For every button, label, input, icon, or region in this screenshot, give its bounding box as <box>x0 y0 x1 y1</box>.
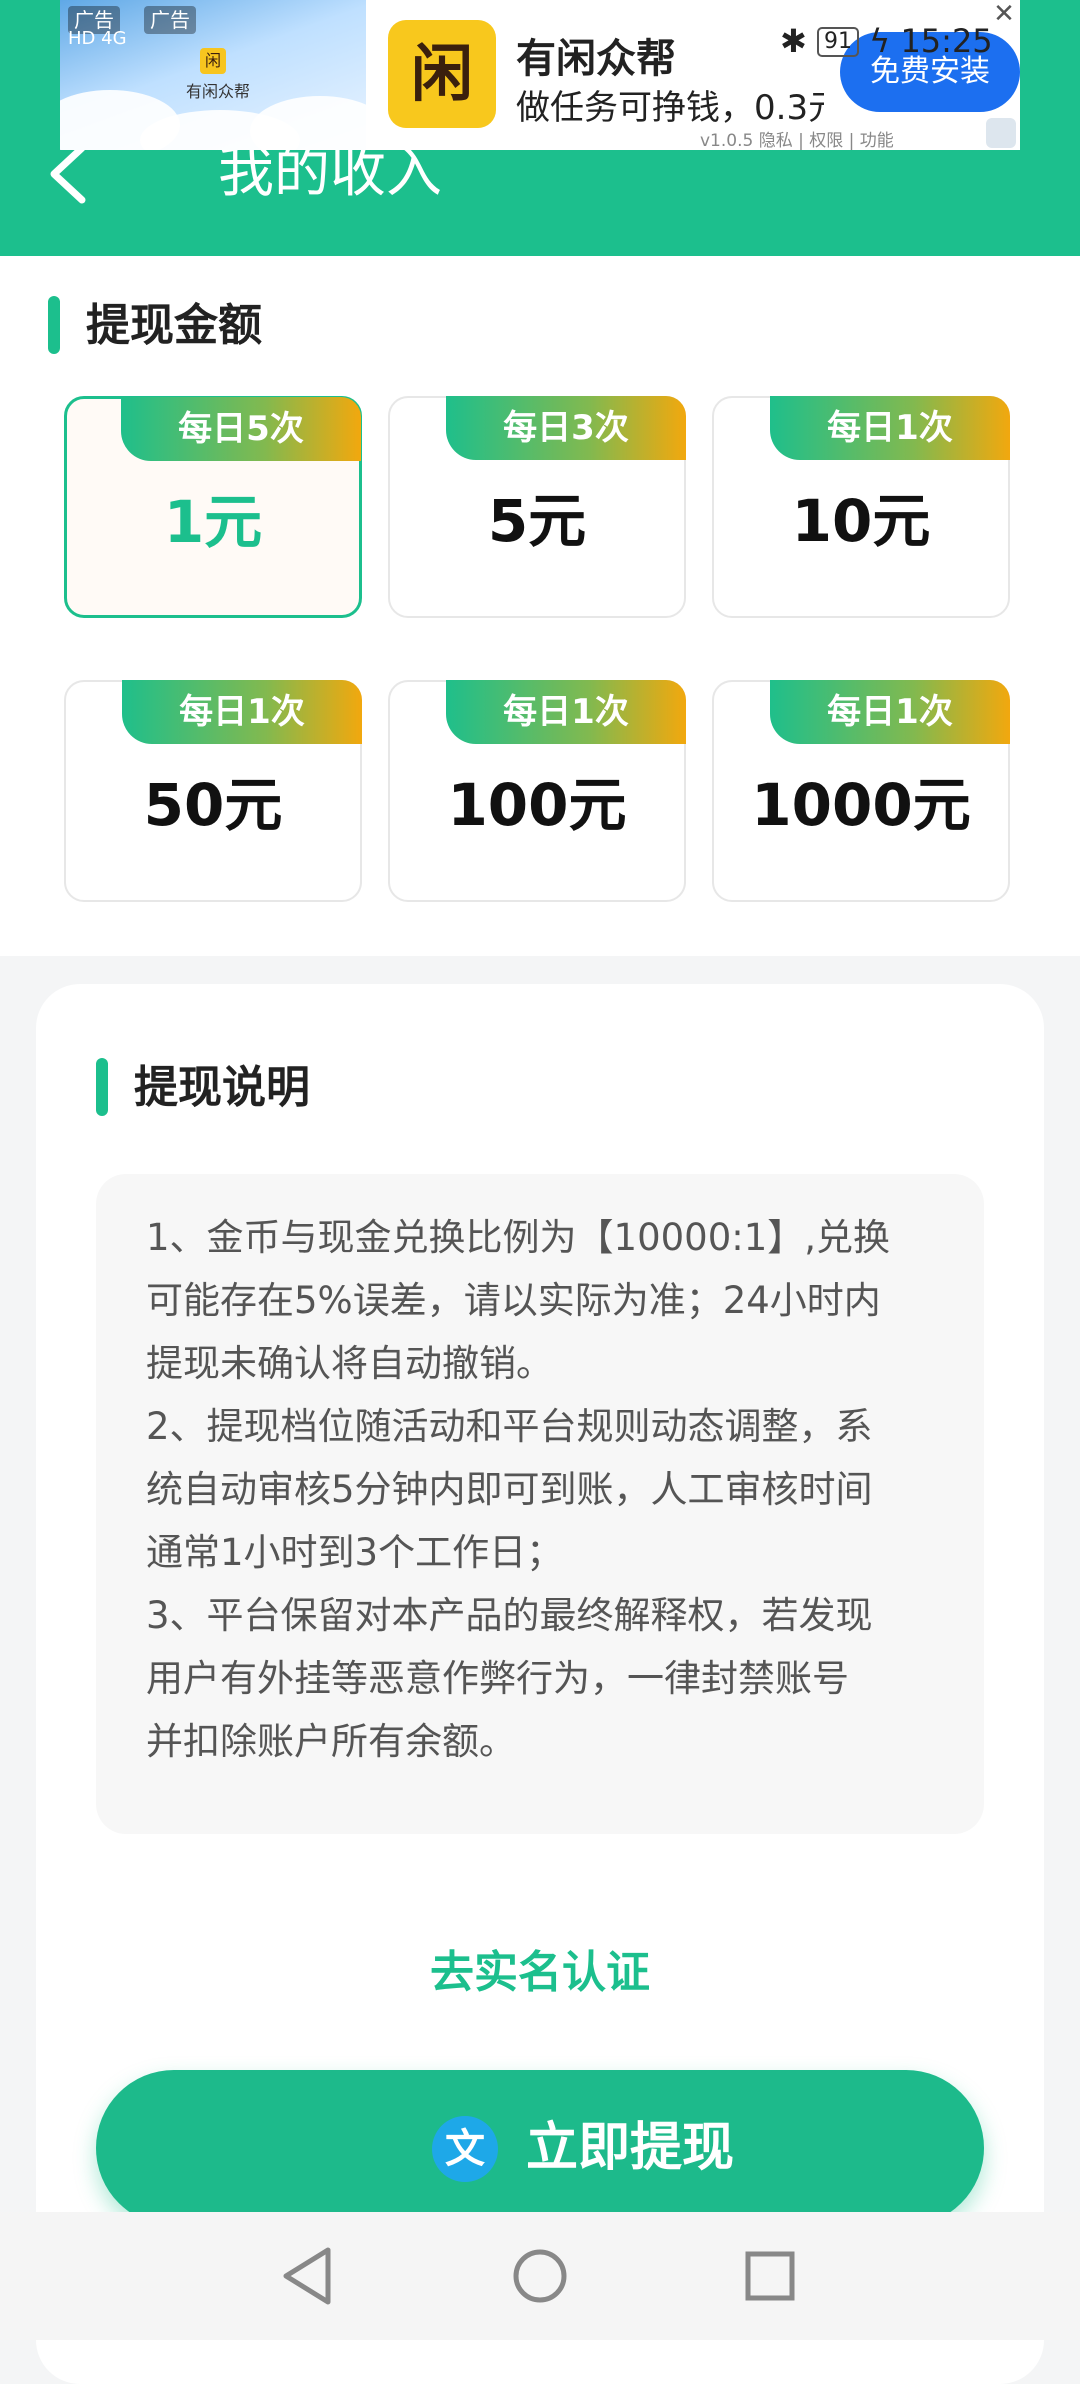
rule-text: 通常1小时到3个工作日； <box>146 1531 564 1574</box>
ad-meta-links[interactable]: v1.0.5 隐私 | 权限 | 功能 <box>700 126 894 151</box>
withdraw-amount-section: 提现金额 每日5次 1元 每日3次 5元 每日1次 10元 每日1次 50元 每… <box>0 256 1080 956</box>
daily-limit-badge: 每日3次 <box>446 396 686 460</box>
withdraw-explanation-card: 提现说明 1、金币与现金兑换比例为【10000:1】,兑换 可能存在5%误差，请… <box>36 984 1044 2384</box>
amount-option-10[interactable]: 每日1次 10元 <box>712 396 1010 618</box>
rule-text: 可能存在5%误差，请以实际为准；24小时内 <box>146 1279 881 1322</box>
amount-option-1000[interactable]: 每日1次 1000元 <box>712 680 1010 902</box>
daily-limit-badge: 每日1次 <box>770 680 1010 744</box>
network-indicator: HD 4G <box>68 28 127 49</box>
rule-text: 用户有外挂等恶意作弊行为，一律封禁账号 <box>146 1657 849 1700</box>
rule-text: 3、平台保留对本产品的最终解释权，若发现 <box>146 1594 873 1637</box>
back-arrow-icon[interactable] <box>40 140 100 208</box>
ad-thumb-name: 有闲众帮 <box>186 82 251 101</box>
system-nav-bar <box>0 2212 1080 2340</box>
nav-home-icon[interactable] <box>500 2236 580 2316</box>
amount-value: 10元 <box>791 487 931 555</box>
ad-corner-icon <box>986 118 1016 148</box>
amount-value: 50元 <box>143 771 283 839</box>
rule-text: 2、提现档位随活动和平台规则动态调整，系 <box>146 1405 873 1448</box>
nav-back-icon[interactable] <box>268 2236 348 2316</box>
ad-title[interactable]: 有闲众帮 <box>516 26 676 84</box>
verify-identity-link[interactable]: 去实名认证 <box>36 1936 1044 2000</box>
nav-recents-icon[interactable] <box>730 2236 810 2316</box>
battery-icon: 91 <box>816 27 859 57</box>
rules-box: 1、金币与现金兑换比例为【10000:1】,兑换 可能存在5%误差，请以实际为准… <box>96 1174 984 1834</box>
rule-text: 统自动审核5分钟内即可到账，人工审核时间 <box>146 1468 873 1511</box>
withdraw-coin-icon: 文 <box>432 2116 498 2182</box>
status-bar: ✱ 91 ϟ 15:25 <box>780 22 993 60</box>
amount-value: 1000元 <box>751 771 971 839</box>
bluetooth-icon: ✱ <box>780 22 807 60</box>
ad-subtitle[interactable]: 做任务可挣钱，0.3元 <box>516 80 824 129</box>
ad-thumbnail[interactable]: 广告 广告 HD 4G 闲 有闲众帮 <box>60 0 366 150</box>
amount-option-100[interactable]: 每日1次 100元 <box>388 680 686 902</box>
amount-value: 100元 <box>447 771 627 839</box>
withdraw-now-button[interactable]: 文 立即提现 <box>96 2070 984 2226</box>
daily-limit-badge: 每日1次 <box>446 680 686 744</box>
amount-option-1[interactable]: 每日5次 1元 <box>64 396 362 618</box>
daily-limit-badge: 每日5次 <box>121 397 361 461</box>
amount-option-5[interactable]: 每日3次 5元 <box>388 396 686 618</box>
status-time: 15:25 <box>900 22 993 60</box>
section-title: 提现说明 <box>134 1062 310 1113</box>
rule-text: 并扣除账户所有余额。 <box>146 1720 516 1763</box>
section-title: 提现金额 <box>86 300 262 351</box>
rule-text: 提现未确认将自动撤销。 <box>146 1342 553 1385</box>
withdraw-button-label: 立即提现 <box>526 2118 735 2178</box>
section-accent-bar <box>48 296 60 354</box>
daily-limit-badge: 每日1次 <box>770 396 1010 460</box>
amount-option-50[interactable]: 每日1次 50元 <box>64 680 362 902</box>
daily-limit-badge: 每日1次 <box>122 680 362 744</box>
amount-value: 1元 <box>163 488 263 556</box>
ad-thumb-logo: 闲 <box>200 48 226 74</box>
rule-text: 1、金币与现金兑换比例为【10000:1】,兑换 <box>146 1216 891 1259</box>
ad-app-logo[interactable]: 闲 <box>388 20 496 128</box>
charging-icon: ϟ <box>869 22 891 60</box>
amount-value: 5元 <box>487 487 587 555</box>
section-accent-bar <box>96 1058 108 1116</box>
ad-close-icon[interactable]: ✕ <box>990 0 1018 28</box>
ad-tag: 广告 <box>144 6 196 34</box>
